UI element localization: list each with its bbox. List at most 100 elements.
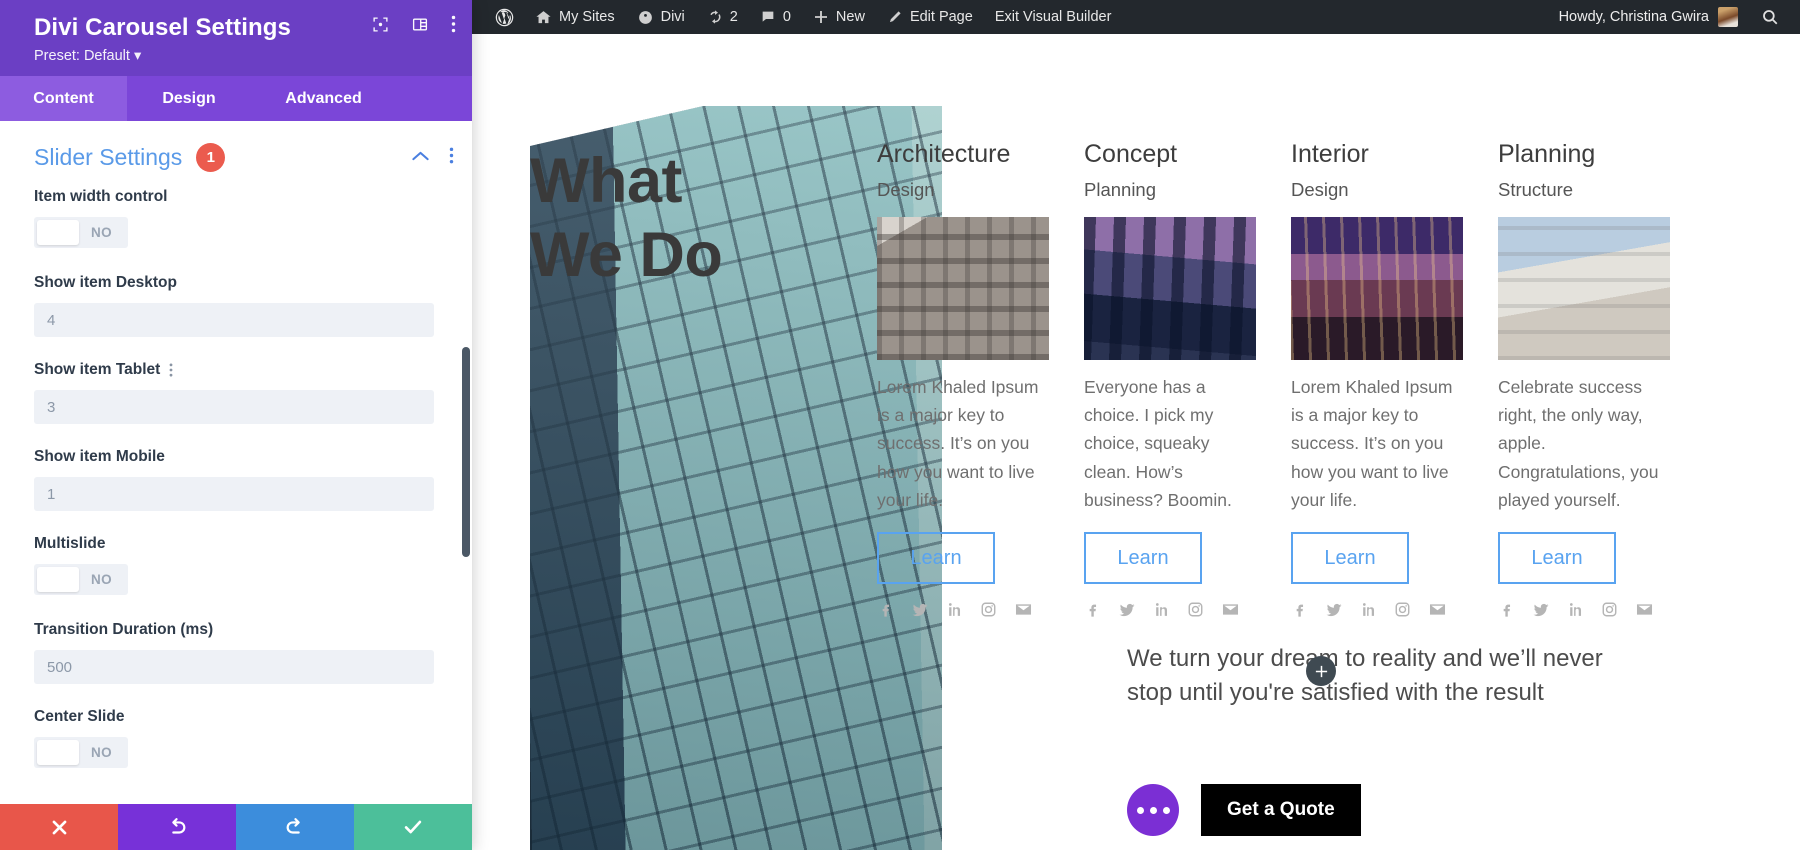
kebab-menu-icon[interactable] <box>449 147 454 169</box>
field-transition-duration: Transition Duration (ms) <box>34 621 434 684</box>
howdy-label: Howdy, Christina Gwira <box>1558 9 1709 25</box>
transition-duration-input[interactable] <box>34 650 434 684</box>
email-icon[interactable] <box>1014 600 1033 619</box>
tab-content[interactable]: Content <box>0 76 127 121</box>
carousel-card[interactable]: Architecture Design Lorem Khaled Ipsum i… <box>877 140 1049 619</box>
fullscreen-icon[interactable] <box>372 16 389 38</box>
facebook-icon[interactable] <box>877 601 894 618</box>
admin-bar-item-comments[interactable]: 0 <box>749 0 802 34</box>
linkedin-icon[interactable] <box>1360 601 1377 618</box>
preset-selector[interactable]: Preset: Default ▾ <box>34 48 452 64</box>
search-icon <box>1763 10 1778 25</box>
save-button[interactable] <box>354 804 472 850</box>
carousel-card[interactable]: Interior Design Lorem Khaled Ipsum is a … <box>1291 140 1463 619</box>
screen: My Sites Divi 2 0 New Edit Page Exit Vis… <box>0 0 1800 850</box>
get-a-quote-button[interactable]: Get a Quote <box>1201 784 1361 836</box>
section-header-slider-settings[interactable]: Slider Settings 1 <box>0 121 472 188</box>
card-title: Concept <box>1084 140 1178 168</box>
card-title: Architecture <box>877 140 1011 168</box>
twitter-icon[interactable] <box>1118 601 1136 619</box>
page-canvas: What We Do Architecture Design Lorem Kha… <box>472 34 1800 850</box>
updates-icon <box>710 10 721 24</box>
learn-button[interactable]: Learn <box>1498 532 1616 585</box>
item-width-control-toggle[interactable]: NO <box>34 217 129 248</box>
learn-button[interactable]: Learn <box>1291 532 1409 585</box>
checkmark-icon <box>404 820 422 834</box>
panel-header-icons <box>372 15 456 38</box>
admin-bar-item-new[interactable]: New <box>802 0 876 34</box>
chevron-down-icon: ▾ <box>133 48 142 64</box>
admin-bar-label: 0 <box>782 9 791 25</box>
instagram-icon[interactable] <box>1187 601 1204 618</box>
carousel-card[interactable]: Concept Planning Everyone has a choice. … <box>1084 140 1256 619</box>
panel-header: Divi Carousel Settings Preset: Default ▾ <box>0 0 472 76</box>
redo-button[interactable] <box>236 804 354 850</box>
twitter-icon[interactable] <box>1532 601 1550 619</box>
field-center-slide: Center Slide NO <box>34 708 434 770</box>
email-icon[interactable] <box>1635 600 1654 619</box>
instagram-icon[interactable] <box>980 601 997 618</box>
section-title: Slider Settings <box>34 144 183 170</box>
layout-columns-icon[interactable] <box>411 16 429 38</box>
admin-bar-item-exit-visual-builder[interactable]: Exit Visual Builder <box>984 0 1123 34</box>
panel-body: Slider Settings 1 Item width control NO … <box>0 121 472 804</box>
card-body-text: Everyone has a choice. I pick my choice,… <box>1084 376 1232 511</box>
chevron-up-icon[interactable] <box>411 149 430 167</box>
field-multislide: Multislide NO <box>34 535 434 597</box>
instagram-icon[interactable] <box>1601 601 1618 618</box>
twitter-icon[interactable] <box>911 601 929 619</box>
kebab-menu-icon[interactable] <box>451 15 456 38</box>
field-show-item-tablet: Show item Tablet <box>34 361 434 424</box>
card-title: Planning <box>1498 140 1596 168</box>
linkedin-icon[interactable] <box>1153 601 1170 618</box>
undo-button[interactable] <box>118 804 236 850</box>
section-heading: What We Do <box>530 144 723 293</box>
admin-bar-item-divi[interactable]: Divi <box>626 0 696 34</box>
admin-bar-item-my-sites[interactable]: My Sites <box>524 0 626 34</box>
close-x-icon <box>52 820 66 834</box>
toggle-knob <box>37 567 79 592</box>
show-item-mobile-input[interactable] <box>34 477 434 511</box>
card-social-icons <box>877 600 1049 619</box>
howdy-account-menu[interactable]: Howdy, Christina Gwira <box>1549 7 1748 27</box>
kebab-menu-icon[interactable] <box>169 363 173 377</box>
panel-scrollbar[interactable] <box>462 347 470 557</box>
comments-icon <box>762 11 774 22</box>
card-body-text: Celebrate success right, the only way, a… <box>1498 376 1659 511</box>
multislide-toggle[interactable]: NO <box>34 564 129 595</box>
sites-icon <box>536 10 551 23</box>
facebook-icon[interactable] <box>1291 601 1308 618</box>
cancel-button[interactable] <box>0 804 118 850</box>
admin-bar-item-updates[interactable]: 2 <box>696 0 749 34</box>
admin-bar-item-edit-page[interactable]: Edit Page <box>876 0 984 34</box>
card-image <box>877 216 1049 360</box>
facebook-icon[interactable] <box>1498 601 1515 618</box>
show-item-tablet-input[interactable] <box>34 390 434 424</box>
admin-bar-label: My Sites <box>559 9 615 25</box>
tab-advanced[interactable]: Advanced <box>251 76 396 121</box>
admin-bar-search-button[interactable] <box>1748 8 1792 26</box>
tab-design[interactable]: Design <box>127 76 251 121</box>
admin-bar-right-group: Howdy, Christina Gwira <box>1549 7 1800 27</box>
email-icon[interactable] <box>1221 600 1240 619</box>
pencil-icon <box>889 11 901 23</box>
carousel-card[interactable]: Planning Structure Celebrate success rig… <box>1498 140 1670 619</box>
ellipsis-icon[interactable] <box>1127 784 1179 836</box>
learn-button[interactable]: Learn <box>877 532 995 585</box>
card-subtitle: Structure <box>1498 178 1574 200</box>
show-item-desktop-input[interactable] <box>34 303 434 337</box>
linkedin-icon[interactable] <box>946 601 963 618</box>
center-slide-toggle[interactable]: NO <box>34 737 129 768</box>
wordpress-logo-icon[interactable] <box>482 0 524 34</box>
facebook-icon[interactable] <box>1084 601 1101 618</box>
learn-button[interactable]: Learn <box>1084 532 1202 585</box>
field-label: Multislide <box>34 535 106 552</box>
instagram-icon[interactable] <box>1394 601 1411 618</box>
twitter-icon[interactable] <box>1325 601 1343 619</box>
plus-icon <box>1315 665 1327 677</box>
toggle-knob <box>37 740 79 765</box>
linkedin-icon[interactable] <box>1567 601 1584 618</box>
tagline-text: We turn your dream to reality and we’ll … <box>1127 645 1603 707</box>
email-icon[interactable] <box>1428 600 1447 619</box>
add-section-button[interactable] <box>1306 656 1336 686</box>
